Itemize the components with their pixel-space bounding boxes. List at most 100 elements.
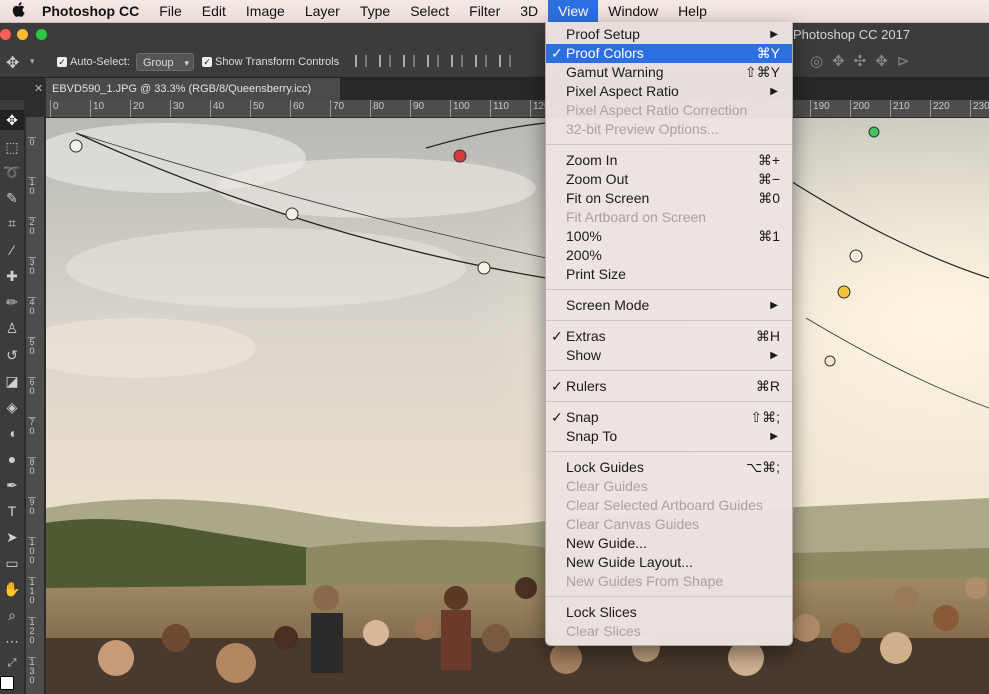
ruler-tick-label: 220 — [930, 100, 950, 117]
view-menu-item-zoom-out[interactable]: Zoom Out ⌘− — [546, 170, 792, 189]
view-menu-item-pixel-aspect-ratio-correction: Pixel Aspect Ratio Correction — [546, 101, 792, 120]
align-vcenter-icon[interactable] — [379, 55, 391, 67]
menu-type[interactable]: Type — [350, 0, 400, 22]
view-menu-item-100[interactable]: 100% ⌘1 — [546, 227, 792, 246]
menu-edit[interactable]: Edit — [192, 0, 236, 22]
history-brush-tool-icon[interactable]: ↺ — [0, 345, 24, 365]
apple-icon[interactable] — [0, 1, 36, 21]
menu-item-label: Snap — [566, 409, 599, 425]
view-menu-item-gamut-warning[interactable]: Gamut Warning ⇧⌘Y — [546, 63, 792, 82]
menu-item-label: Rulers — [566, 378, 607, 394]
eyedropper-tool-icon[interactable]: ⁄ — [0, 240, 24, 260]
lasso-tool-icon[interactable]: ➰ — [0, 162, 24, 182]
ruler-tick-label: 70 — [330, 100, 344, 117]
ruler-tick-label: 6 0 — [28, 377, 36, 396]
view-menu-item-new-guide[interactable]: New Guide... — [546, 534, 792, 553]
show-transform-checkbox[interactable]: ✓ — [202, 57, 212, 67]
view-menu-item-screen-mode[interactable]: Screen Mode ▶ — [546, 296, 792, 315]
more-tools-icon[interactable]: ⋯ — [0, 631, 24, 651]
view-menu-item-print-size[interactable]: Print Size — [546, 265, 792, 284]
view-menu-item-lock-guides[interactable]: Lock Guides ⌥⌘; — [546, 458, 792, 477]
rectangle-tool-icon[interactable]: ▭ — [0, 553, 24, 573]
view-menu-item-show[interactable]: Show ▶ — [546, 346, 792, 365]
menu-item-label: Gamut Warning — [566, 64, 664, 80]
view-menu-item-proof-colors[interactable]: ✓ Proof Colors ⌘Y — [546, 44, 792, 63]
menu-photoshop[interactable]: Photoshop CC — [36, 0, 149, 22]
document-canvas[interactable] — [46, 118, 989, 694]
view-menu-item-lock-slices[interactable]: Lock Slices — [546, 603, 792, 622]
document-tab[interactable]: ✕ EBVD590_1.JPG @ 33.3% (RGB/8/Queensber… — [34, 78, 340, 100]
menu-image[interactable]: Image — [236, 0, 295, 22]
brush-tool-icon[interactable]: ✏ — [0, 292, 24, 312]
eraser-tool-icon[interactable]: ◪ — [0, 371, 24, 391]
checkmark-icon: ✓ — [551, 409, 563, 425]
menu-item-shortcut: ⌘Y — [756, 45, 780, 61]
foreground-color-swatch[interactable] — [0, 676, 14, 690]
menu-view[interactable]: View — [548, 0, 599, 22]
vertical-ruler[interactable]: 0 1 0 2 0 3 0 4 0 5 0 6 0 7 0 8 0 9 0 1 0 0 1 1 0 1 … — [26, 117, 45, 694]
photo-image — [46, 118, 989, 694]
view-menu-item-extras[interactable]: ✓ Extras ⌘H — [546, 327, 792, 346]
close-tab-icon[interactable]: ✕ — [34, 78, 43, 100]
menu-window[interactable]: Window — [598, 0, 668, 22]
menu-separator — [546, 144, 792, 145]
minimize-window-button[interactable] — [17, 29, 28, 40]
blur-tool-icon[interactable]: ◖ — [0, 423, 24, 443]
menu-item-label: Snap To — [566, 428, 618, 444]
menu-3d[interactable]: 3D — [510, 0, 548, 22]
view-menu-item-snap[interactable]: ✓ Snap ⇧⌘; — [546, 408, 792, 427]
zoom-tool-icon[interactable]: ⌕ — [0, 605, 24, 625]
view-menu-item-snap-to[interactable]: Snap To ▶ — [546, 427, 792, 446]
menu-help[interactable]: Help — [668, 0, 717, 22]
show-transform-label: Show Transform Controls — [215, 56, 340, 68]
distribute-icon[interactable] — [499, 55, 511, 67]
auto-select-checkbox[interactable]: ✓ — [57, 57, 67, 67]
menu-layer[interactable]: Layer — [295, 0, 350, 22]
type-tool-icon[interactable]: T — [0, 501, 24, 521]
ruler-tick-label: 0 — [50, 100, 59, 117]
ruler-tick-label: 4 0 — [28, 297, 36, 316]
paint-bucket-tool-icon[interactable]: ◈ — [0, 397, 24, 417]
marquee-tool-icon[interactable]: ⬚ — [0, 137, 24, 157]
document-tab-label: EBVD590_1.JPG @ 33.3% (RGB/8/Queensberry… — [52, 83, 312, 95]
move-tool-icon[interactable]: ✥ — [0, 110, 24, 130]
menu-select[interactable]: Select — [400, 0, 459, 22]
view-menu-item-new-guide-layout[interactable]: New Guide Layout... — [546, 553, 792, 572]
align-bottom-icon[interactable] — [403, 55, 415, 67]
menu-separator — [546, 370, 792, 371]
view-menu-item-rulers[interactable]: ✓ Rulers ⌘R — [546, 377, 792, 396]
zoom-window-button[interactable] — [36, 29, 47, 40]
view-menu-item-200[interactable]: 200% — [546, 246, 792, 265]
view-menu-item-fit-on-screen[interactable]: Fit on Screen ⌘0 — [546, 189, 792, 208]
hand-tool-icon[interactable]: ✋ — [0, 579, 24, 599]
ruler-tick-label: 7 0 — [28, 417, 36, 436]
auto-select-dropdown[interactable]: Group ▾ — [136, 53, 194, 71]
align-top-icon[interactable] — [355, 55, 367, 67]
align-left-icon[interactable] — [427, 55, 439, 67]
submenu-arrow-icon: ▶ — [770, 350, 778, 361]
view-menu-item-zoom-in[interactable]: Zoom In ⌘+ — [546, 151, 792, 170]
crop-tool-icon[interactable]: ⌗ — [0, 213, 24, 233]
menu-item-shortcut: ⌘− — [757, 171, 780, 187]
ruler-tick-label: 90 — [410, 100, 424, 117]
menu-separator — [546, 289, 792, 290]
view-menu-item-proof-setup[interactable]: Proof Setup ▶ — [546, 25, 792, 44]
pen-tool-icon[interactable]: ✒ — [0, 475, 24, 495]
3d-mode-icons[interactable]: ◎✥✣✥⊳ — [810, 52, 918, 70]
healing-brush-tool-icon[interactable]: ✚ — [0, 266, 24, 286]
close-window-button[interactable] — [0, 29, 11, 40]
chevron-down-icon[interactable]: ▾ — [30, 56, 35, 67]
align-hcenter-icon[interactable] — [451, 55, 463, 67]
ruler-tick-label: 40 — [210, 100, 224, 117]
swap-colors-icon[interactable]: ⤢ — [0, 653, 24, 673]
quick-select-tool-icon[interactable]: ✎ — [0, 188, 24, 208]
clone-stamp-tool-icon[interactable]: ♙ — [0, 318, 24, 338]
view-menu-item-pixel-aspect-ratio[interactable]: Pixel Aspect Ratio ▶ — [546, 82, 792, 101]
move-tool-preset-icon[interactable]: ✥ — [6, 53, 19, 73]
path-select-tool-icon[interactable]: ➤ — [0, 527, 24, 547]
menu-filter[interactable]: Filter — [459, 0, 510, 22]
align-right-icon[interactable] — [475, 55, 487, 67]
dodge-tool-icon[interactable]: ● — [0, 449, 24, 469]
menu-file[interactable]: File — [149, 0, 192, 22]
horizontal-ruler[interactable]: 0102030405060708090100110120130140150160… — [46, 100, 989, 118]
